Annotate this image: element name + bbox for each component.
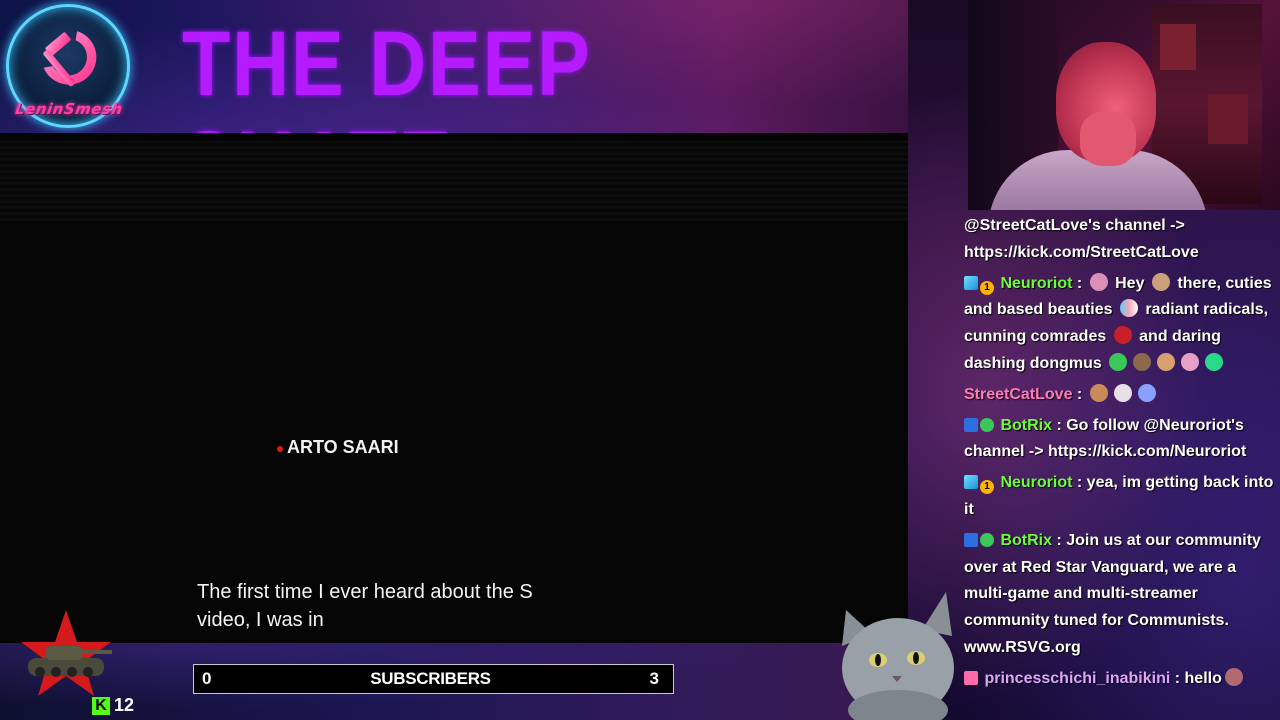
- chat-separator: :: [1072, 385, 1087, 403]
- chat-text: Hey: [1110, 274, 1149, 292]
- red-star-tank-icon: [21, 610, 112, 696]
- chat-message: BotRix : Go follow @Neuroriot's channel …: [964, 413, 1276, 467]
- chat-message: BotRix : Join us at our community over a…: [964, 528, 1276, 662]
- verified-badge-icon: [980, 417, 994, 432]
- emote-icon: [1224, 667, 1243, 686]
- chat-text: @StreetCatLove's channel -> https://kick…: [964, 217, 1199, 261]
- heart-emote-icon: [1119, 299, 1138, 318]
- logo-wordmark: LeninSmesh: [14, 100, 124, 118]
- emote-icon: [1157, 352, 1176, 371]
- sub-badge-icon: 1: [980, 480, 994, 495]
- chat-message: @StreetCatLove's channel -> https://kick…: [964, 213, 1276, 267]
- subtitle-line: video, I was in: [197, 609, 324, 631]
- skater-credit: ARTO SAARI: [277, 437, 399, 458]
- chat-separator: :: [1052, 416, 1067, 434]
- channel-logo: LeninSmesh: [2, 2, 132, 132]
- hammer-sickle-icon: [43, 31, 97, 87]
- emote-icon: [1133, 352, 1152, 371]
- cube-badge-icon: [964, 475, 978, 490]
- subscriber-goal-bar: 0 SUBSCRIBERS 3: [193, 664, 674, 694]
- chat-text: Join us at our community over at Red Sta…: [964, 531, 1261, 656]
- chat-message: 1 Neuroriot : yea, im getting back into …: [964, 470, 1276, 524]
- emote-icon: [1089, 272, 1108, 291]
- red-dot-icon: [277, 445, 283, 452]
- chat-username: BotRix: [1000, 531, 1053, 549]
- chat-username: Neuroriot: [1000, 274, 1073, 292]
- star-emote-icon: [1113, 326, 1132, 345]
- verified-badge-icon: [980, 532, 994, 547]
- chat-message: StreetCatLove :: [964, 382, 1276, 409]
- chat-message: 1 Neuroriot : Hey there, cuties and base…: [964, 271, 1276, 378]
- emote-icon: [1113, 383, 1132, 402]
- chat-overlay: @StreetCatLove's channel -> https://kick…: [964, 213, 1276, 697]
- crown-badge-icon: [964, 670, 978, 685]
- chat-username: BotRix: [1000, 416, 1053, 434]
- subtitle-line: The first time I ever heard about the S: [197, 581, 533, 603]
- chat-text: hello: [1184, 669, 1222, 687]
- chat-separator: :: [1052, 531, 1067, 549]
- kick-count-value: 12: [114, 695, 135, 715]
- sub-goal-current: 0: [202, 669, 212, 688]
- sub-goal-label: SUBSCRIBERS: [370, 669, 491, 688]
- emerald-heart-emote-icon: [1205, 352, 1224, 371]
- kick-icon: K: [92, 696, 110, 715]
- sub-goal-target: 3: [649, 669, 659, 688]
- fist-emote-icon: [1109, 352, 1128, 371]
- webcam-feed: [968, 0, 1280, 210]
- cat-mascot-icon: [842, 592, 954, 720]
- chat-message: princesschichi_inabikini : hello: [964, 666, 1276, 693]
- bot-badge-icon: [964, 417, 978, 432]
- video-player[interactable]: ARTO SAARI The first time I ever heard a…: [0, 133, 908, 643]
- streamer-hand: [1080, 112, 1136, 166]
- emote-icon: [1181, 352, 1200, 371]
- stream-banner: LeninSmesh THE DEEP SKATE: [0, 0, 908, 133]
- chat-username: StreetCatLove: [964, 385, 1073, 403]
- chat-separator: :: [1072, 274, 1087, 292]
- cube-badge-icon: [964, 275, 978, 290]
- emote-icon: [1151, 272, 1170, 291]
- bot-badge-icon: [964, 532, 978, 547]
- kick-follower-count: K 12: [92, 695, 134, 716]
- chat-separator: :: [1170, 669, 1185, 687]
- video-subtitle: The first time I ever heard about the S …: [197, 578, 617, 634]
- sub-badge-icon: 1: [980, 280, 994, 295]
- chat-username: Neuroriot: [1000, 474, 1073, 492]
- stream-title: THE DEEP SKATE: [182, 13, 591, 133]
- chat-separator: :: [1072, 474, 1087, 492]
- skater-name: ARTO SAARI: [287, 437, 399, 457]
- emote-icon: [1089, 383, 1108, 402]
- chat-username: princesschichi_inabikini: [984, 669, 1171, 687]
- emote-icon: [1137, 383, 1156, 402]
